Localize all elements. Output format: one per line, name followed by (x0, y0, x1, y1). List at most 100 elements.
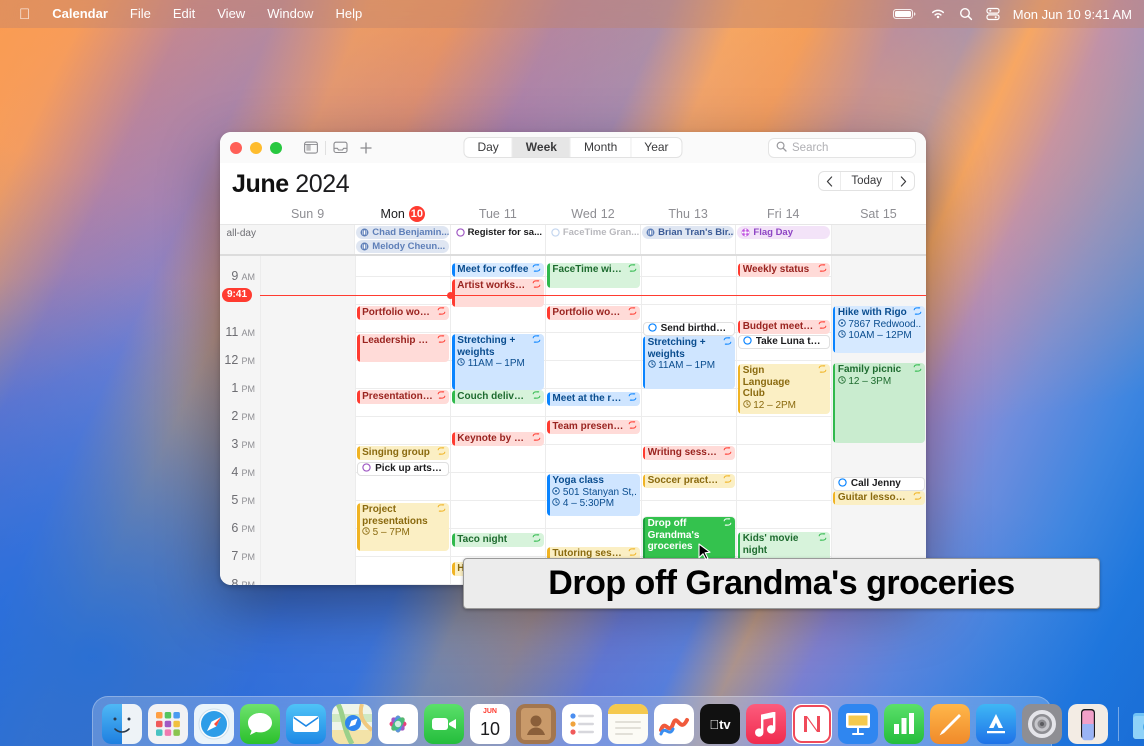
calendar-event[interactable]: Hike with Rigo7867 Redwood...10AM – 12PM (833, 306, 925, 353)
menu-item-help[interactable]: Help (324, 4, 373, 24)
all-day-column-mon[interactable]: Chad Benjamin...Melody Cheun... (354, 225, 449, 254)
dock-app-news[interactable] (792, 704, 832, 744)
next-week-button[interactable] (893, 171, 914, 191)
calendar-event[interactable]: Yoga class501 Stanyan St,...4 – 5:30PM (547, 474, 639, 516)
calendar-event[interactable]: Send birthday... (643, 322, 735, 336)
dock-app-keynote[interactable] (838, 704, 878, 744)
task-checkbox-icon[interactable] (838, 478, 847, 491)
menu-item-edit[interactable]: Edit (162, 4, 206, 24)
day-column-fri[interactable]: Weekly statusBudget meetingTake Luna to … (736, 256, 831, 585)
all-day-event[interactable]: Melody Cheun... (356, 240, 448, 253)
dock-app-music[interactable] (746, 704, 786, 744)
day-header-fri[interactable]: Fri14 (736, 207, 831, 221)
all-day-column-sat[interactable] (831, 225, 926, 254)
day-column-wed[interactable]: FaceTime with... Portfolio work... Meet at… (545, 256, 640, 585)
dock-downloads-folder[interactable] (1129, 704, 1144, 744)
control-center-icon[interactable] (986, 7, 1000, 21)
calendar-event[interactable]: Keynote by Ja... (452, 432, 544, 446)
calendar-event[interactable]: Budget meeting (738, 320, 830, 334)
all-day-event[interactable]: Brian Tran's Bir... (642, 226, 734, 239)
day-header-sun[interactable]: Sun9 (260, 207, 355, 221)
all-day-column-fri[interactable]: Flag Day (735, 225, 830, 254)
calendar-event[interactable]: Soccer practice (643, 474, 735, 488)
all-day-event[interactable]: Chad Benjamin... (356, 226, 448, 239)
menu-item-calendar[interactable]: Calendar (41, 4, 119, 24)
dock-app-facetime[interactable] (424, 704, 464, 744)
today-button[interactable]: Today (841, 171, 893, 191)
task-checkbox-icon[interactable] (362, 463, 371, 476)
dock-app-numbers[interactable] (884, 704, 924, 744)
calendar-event[interactable]: Writing sessio... (643, 446, 735, 460)
battery-icon[interactable] (893, 8, 917, 20)
calendar-event[interactable]: Meet at the res... (547, 392, 639, 406)
day-column-sat[interactable]: Hike with Rigo7867 Redwood...10AM – 12PM… (831, 256, 926, 585)
dock-app-settings[interactable] (1022, 704, 1062, 744)
day-column-sun[interactable] (260, 256, 355, 585)
calendar-event[interactable]: Team presenta... (547, 420, 639, 434)
calendar-event[interactable]: FaceTime with... (547, 263, 639, 288)
task-checkbox-icon[interactable] (648, 323, 657, 336)
menu-item-file[interactable]: File (119, 4, 162, 24)
calendar-event[interactable]: Artist worksho... (452, 279, 544, 307)
dock-app-mail[interactable] (286, 704, 326, 744)
calendar-event[interactable]: Portfolio work... (547, 306, 639, 320)
all-day-event[interactable]: Flag Day (737, 226, 829, 239)
calendar-event[interactable]: Stretching + weights11AM – 1PM (643, 336, 735, 389)
dock-app-iphone-mirroring[interactable] (1068, 704, 1108, 744)
dock-app-pages[interactable] (930, 704, 970, 744)
calendar-event[interactable]: Meet for coffee (452, 263, 544, 277)
all-day-event[interactable]: FaceTime Gran... (547, 226, 639, 239)
calendar-event[interactable]: Leadership skil... (357, 334, 449, 362)
dock-app-appstore[interactable] (976, 704, 1016, 744)
calendar-event[interactable]: Family picnic12 – 3PM (833, 363, 925, 443)
view-tab-month[interactable]: Month (571, 137, 631, 158)
close-button[interactable] (230, 142, 242, 154)
calendar-event[interactable]: Take Luna to th... (738, 335, 830, 349)
calendar-event[interactable]: Guitar lessons... (833, 491, 925, 505)
menu-item-view[interactable]: View (206, 4, 256, 24)
all-day-column-wed[interactable]: FaceTime Gran... (545, 225, 640, 254)
menu-item-window[interactable]: Window (256, 4, 324, 24)
dock-app-finder[interactable] (102, 704, 142, 744)
day-column-thu[interactable]: Send birthday...Stretching + weights11AM… (641, 256, 736, 585)
view-tab-year[interactable]: Year (631, 137, 681, 158)
day-header-thu[interactable]: Thu13 (641, 207, 736, 221)
all-day-column-tue[interactable]: Register for sa... (450, 225, 545, 254)
calendar-event[interactable]: Project presentations5 – 7PM (357, 503, 449, 551)
dock-app-launchpad[interactable] (148, 704, 188, 744)
task-checkbox-icon[interactable] (743, 336, 752, 349)
calendar-event[interactable]: Stretching + weights11AM – 1PM (452, 334, 544, 390)
dock-app-notes[interactable] (608, 704, 648, 744)
day-header-wed[interactable]: Wed12 (545, 207, 640, 221)
dock-app-photos[interactable] (378, 704, 418, 744)
add-event-plus-icon[interactable] (353, 137, 379, 159)
calendar-event[interactable]: Call Jenny (833, 477, 925, 491)
prev-week-button[interactable] (819, 171, 841, 191)
dock-app-reminders[interactable] (562, 704, 602, 744)
view-tab-week[interactable]: Week (513, 137, 571, 158)
spotlight-search-icon[interactable] (959, 7, 973, 21)
dock-app-appletv[interactable]: tv (700, 704, 740, 744)
maximize-button[interactable] (270, 142, 282, 154)
calendar-event[interactable]: Pick up arts &... (357, 462, 449, 476)
dock-app-safari[interactable] (194, 704, 234, 744)
all-day-column-sun[interactable] (260, 225, 354, 254)
calendar-event[interactable]: Portfolio work... (357, 306, 449, 320)
dock-app-messages[interactable] (240, 704, 280, 744)
day-column-mon[interactable]: Portfolio work...Leadership skil...Prese… (355, 256, 450, 585)
calendar-event[interactable]: Sign Language Club12 – 2PM (738, 364, 830, 414)
day-header-sat[interactable]: Sat15 (831, 207, 926, 221)
calendar-event[interactable]: Drop off Grandma's groceries (643, 517, 735, 561)
apple-logo-icon[interactable]:  (8, 6, 41, 23)
day-column-tue[interactable]: Meet for coffee Artist worksho... Stretchi… (450, 256, 545, 585)
dock-app-freeform[interactable] (654, 704, 694, 744)
minimize-button[interactable] (250, 142, 262, 154)
day-header-mon[interactable]: Mon10 (355, 206, 450, 222)
day-header-tue[interactable]: Tue11 (450, 207, 545, 221)
all-day-column-thu[interactable]: Brian Tran's Bir... (640, 225, 735, 254)
view-tab-day[interactable]: Day (464, 137, 512, 158)
dock-app-contacts[interactable] (516, 704, 556, 744)
search-field[interactable]: Search (768, 138, 916, 158)
dock-app-maps[interactable] (332, 704, 372, 744)
calendar-event[interactable]: Taco night (452, 533, 544, 547)
